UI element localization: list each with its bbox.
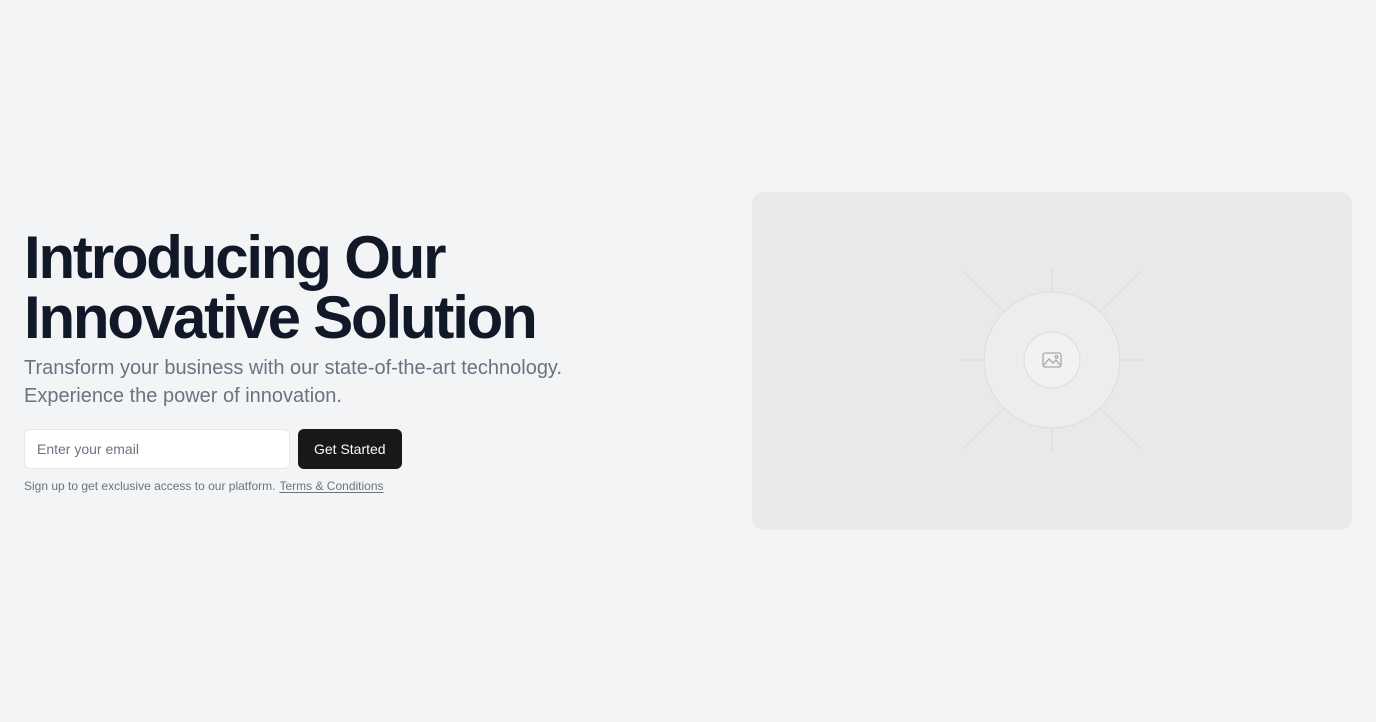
hero-headline: Introducing Our Innovative Solution [24, 228, 664, 348]
signup-fineprint: Sign up to get exclusive access to our p… [24, 478, 664, 494]
placeholder-graphic [960, 268, 1144, 452]
email-input[interactable] [24, 429, 290, 469]
hero-subtitle: Transform your business with our state-o… [24, 354, 624, 410]
hero-content: Introducing Our Innovative Solution Tran… [24, 228, 664, 494]
terms-link[interactable]: Terms & Conditions [279, 479, 383, 493]
subtitle-line-1: Transform your business with our state-o… [24, 357, 563, 379]
subtitle-line-2: Experience the power of innovation. [24, 385, 342, 407]
get-started-button[interactable]: Get Started [298, 429, 402, 469]
hero-section: Introducing Our Innovative Solution Tran… [0, 0, 1376, 722]
placeholder-guides [960, 268, 1144, 452]
headline-line-2: Innovative Solution [24, 284, 538, 351]
signup-form: Get Started [24, 429, 664, 469]
headline-line-1: Introducing Our [24, 224, 446, 291]
fineprint-text: Sign up to get exclusive access to our p… [24, 479, 276, 493]
hero-image-placeholder [752, 192, 1352, 530]
